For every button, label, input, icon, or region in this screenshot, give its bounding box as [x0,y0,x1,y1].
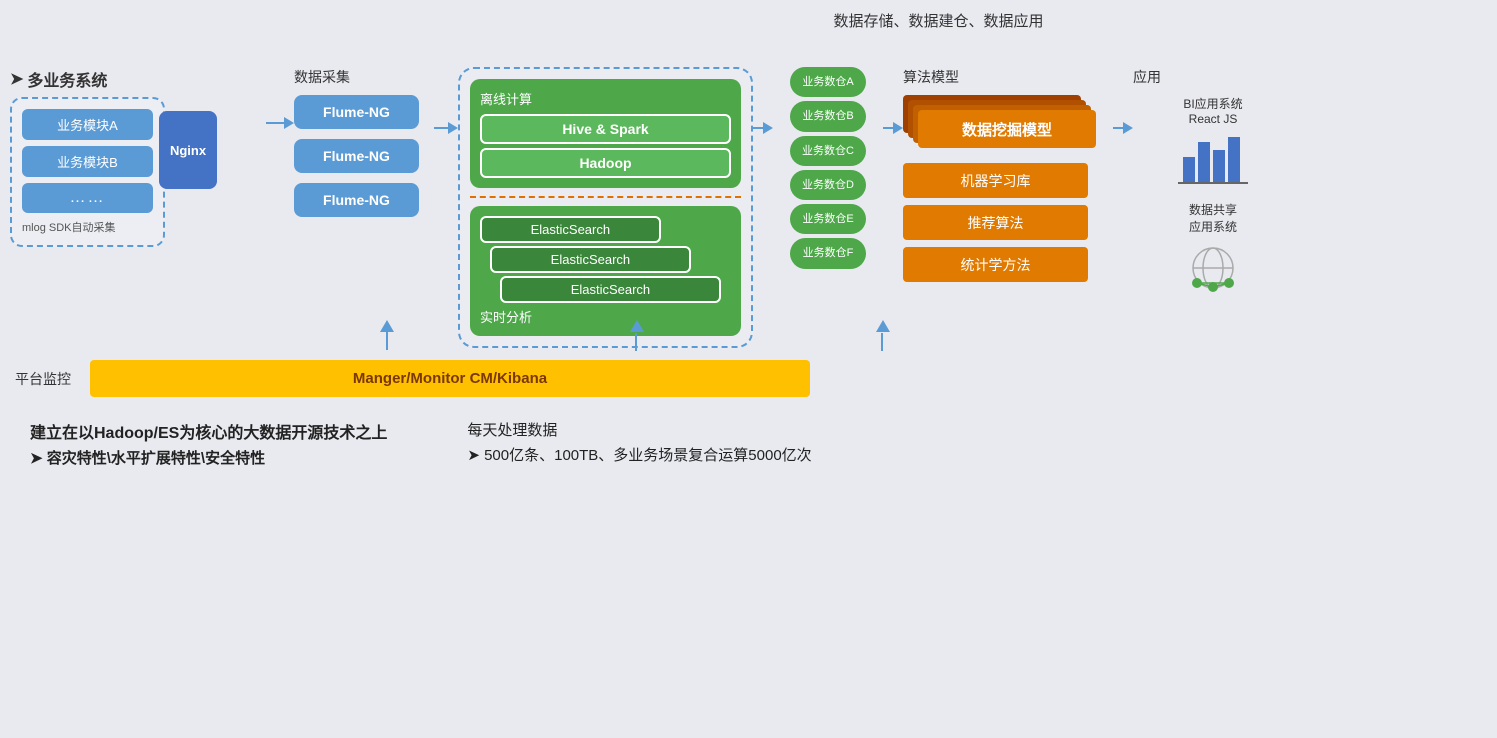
top-label: 数据存储、数据建仓、数据应用 [390,10,1487,31]
biz-container: 业务模块A 业务模块B …… mlog SDK自动采集 Nginx [10,97,165,247]
app-label: 应用 [1133,67,1293,87]
cylinder-a: 业务数仓A [790,67,866,97]
bottom-right-label: 每天处理数据 [467,419,811,440]
nginx-box: Nginx [159,111,217,189]
app-share-label: 数据共享应用系统 [1189,201,1237,235]
offline-label: 离线计算 [480,89,731,108]
up-arrow-monitor2-line [635,333,637,351]
offline-item-1: Hadoop [480,148,731,178]
cylinders-col: 业务数仓A 业务数仓B 业务数仓C 业务数仓D 业务数仓E 业务数仓F [790,67,866,269]
es-box-1: ElasticSearch [490,246,691,273]
app-bi-label: BI应用系统React JS [1183,95,1242,126]
biz-module-a: 业务模块A [22,109,153,140]
algo-stack: 数据挖掘模型 机器学习库 推荐算法 统计学方法 [903,95,1098,290]
collection-label: 数据采集 [294,67,350,87]
cylinder-e: 业务数仓E [790,204,866,234]
flume-box-3: Flume-NG [294,183,419,217]
monitor-bar: Manger/Monitor CM/Kibana [90,360,810,397]
es-box-0: ElasticSearch [480,216,661,243]
es-box-2: ElasticSearch [500,276,721,303]
arrow-cylinders-algo [883,122,903,134]
algo-card-3: 统计学方法 [903,247,1088,282]
arrow-right-icon: ➤ [10,69,23,89]
algo-label: 算法模型 [903,67,1113,87]
section-multi-biz: ➤ 多业务系统 业务模块A 业务模块B …… mlog SDK自动采集 Ngin… [10,67,210,247]
cylinder-b: 业务数仓B [790,101,866,131]
up-arrow-monitor [380,320,394,350]
offline-item-0: Hive & Spark [480,114,731,144]
main-row: ➤ 多业务系统 业务模块A 业务模块B …… mlog SDK自动采集 Ngin… [10,67,1487,348]
app-bi: BI应用系统React JS [1133,95,1293,187]
section-center: 离线计算 Hive & Spark Hadoop ElasticSearch E… [458,67,753,348]
algo-card-2: 推荐算法 [903,205,1088,240]
section-app: 应用 BI应用系统React JS 数据共享应用系统 [1133,67,1293,296]
algo-card-1: 机器学习库 [903,163,1088,198]
cylinder-f: 业务数仓F [790,238,866,268]
biz-module-b: 业务模块B [22,146,153,177]
realtime-section: ElasticSearch ElasticSearch ElasticSearc… [470,206,741,336]
monitor-row: 平台监控 Manger/Monitor CM/Kibana [10,360,1487,397]
monitor-label: 平台监控 [15,369,90,389]
bar-chart-icon [1178,132,1248,187]
flume-box-2: Flume-NG [294,139,419,173]
bottom-line1: 建立在以Hadoop/ES为核心的大数据开源技术之上 [30,419,387,443]
arrow-center-cylinders [753,122,773,134]
multi-biz-title: ➤ 多业务系统 [10,67,107,91]
app-share: 数据共享应用系统 [1133,201,1293,296]
flume-box-1: Flume-NG [294,95,419,129]
arrow-algo-app [1113,122,1133,134]
bottom-right: 每天处理数据 ➤ 500亿条、100TB、多业务场景复合运算5000亿次 [467,419,811,468]
cylinder-c: 业务数仓C [790,136,866,166]
biz-module-dots: …… [22,183,153,213]
biz-dashed-box: 业务模块A 业务模块B …… mlog SDK自动采集 [10,97,165,247]
section-cylinders: 业务数仓A 业务数仓B 业务数仓C 业务数仓D 业务数仓E 业务数仓F [773,67,883,269]
section-algo: 算法模型 数据挖掘模型 机器学习库 推荐算法 统计学方法 [903,67,1113,290]
section-collection: 数据采集 Flume-NG Flume-NG Flume-NG [294,67,434,217]
bottom-line2: ➤ 容灾特性\水平扩展特性\安全特性 [30,447,387,468]
arrow-nginx-flume [266,117,294,129]
bottom-left: 建立在以Hadoop/ES为核心的大数据开源技术之上 ➤ 容灾特性\水平扩展特性… [30,419,387,468]
arrow-flume-center [434,122,458,134]
algo-card-0: 数据挖掘模型 [918,110,1096,148]
center-divider [470,196,741,198]
offline-section: 离线计算 Hive & Spark Hadoop [470,79,741,188]
network-icon [1181,241,1246,296]
flume-col: Flume-NG Flume-NG Flume-NG [294,95,419,217]
realtime-label: 实时分析 [480,307,731,326]
up-arrow-monitor3-line [881,333,883,351]
bottom-section: 建立在以Hadoop/ES为核心的大数据开源技术之上 ➤ 容灾特性\水平扩展特性… [10,419,1487,468]
main-container: 数据存储、数据建仓、数据应用 ➤ 多业务系统 业务模块A 业务模块B …… ml… [0,0,1497,738]
bottom-right-line: ➤ 500亿条、100TB、多业务场景复合运算5000亿次 [467,444,811,465]
up-arrow-monitor3 [876,320,890,332]
cylinder-d: 业务数仓D [790,170,866,200]
biz-footer: mlog SDK自动采集 [22,219,153,235]
up-arrow-monitor2 [630,320,644,332]
